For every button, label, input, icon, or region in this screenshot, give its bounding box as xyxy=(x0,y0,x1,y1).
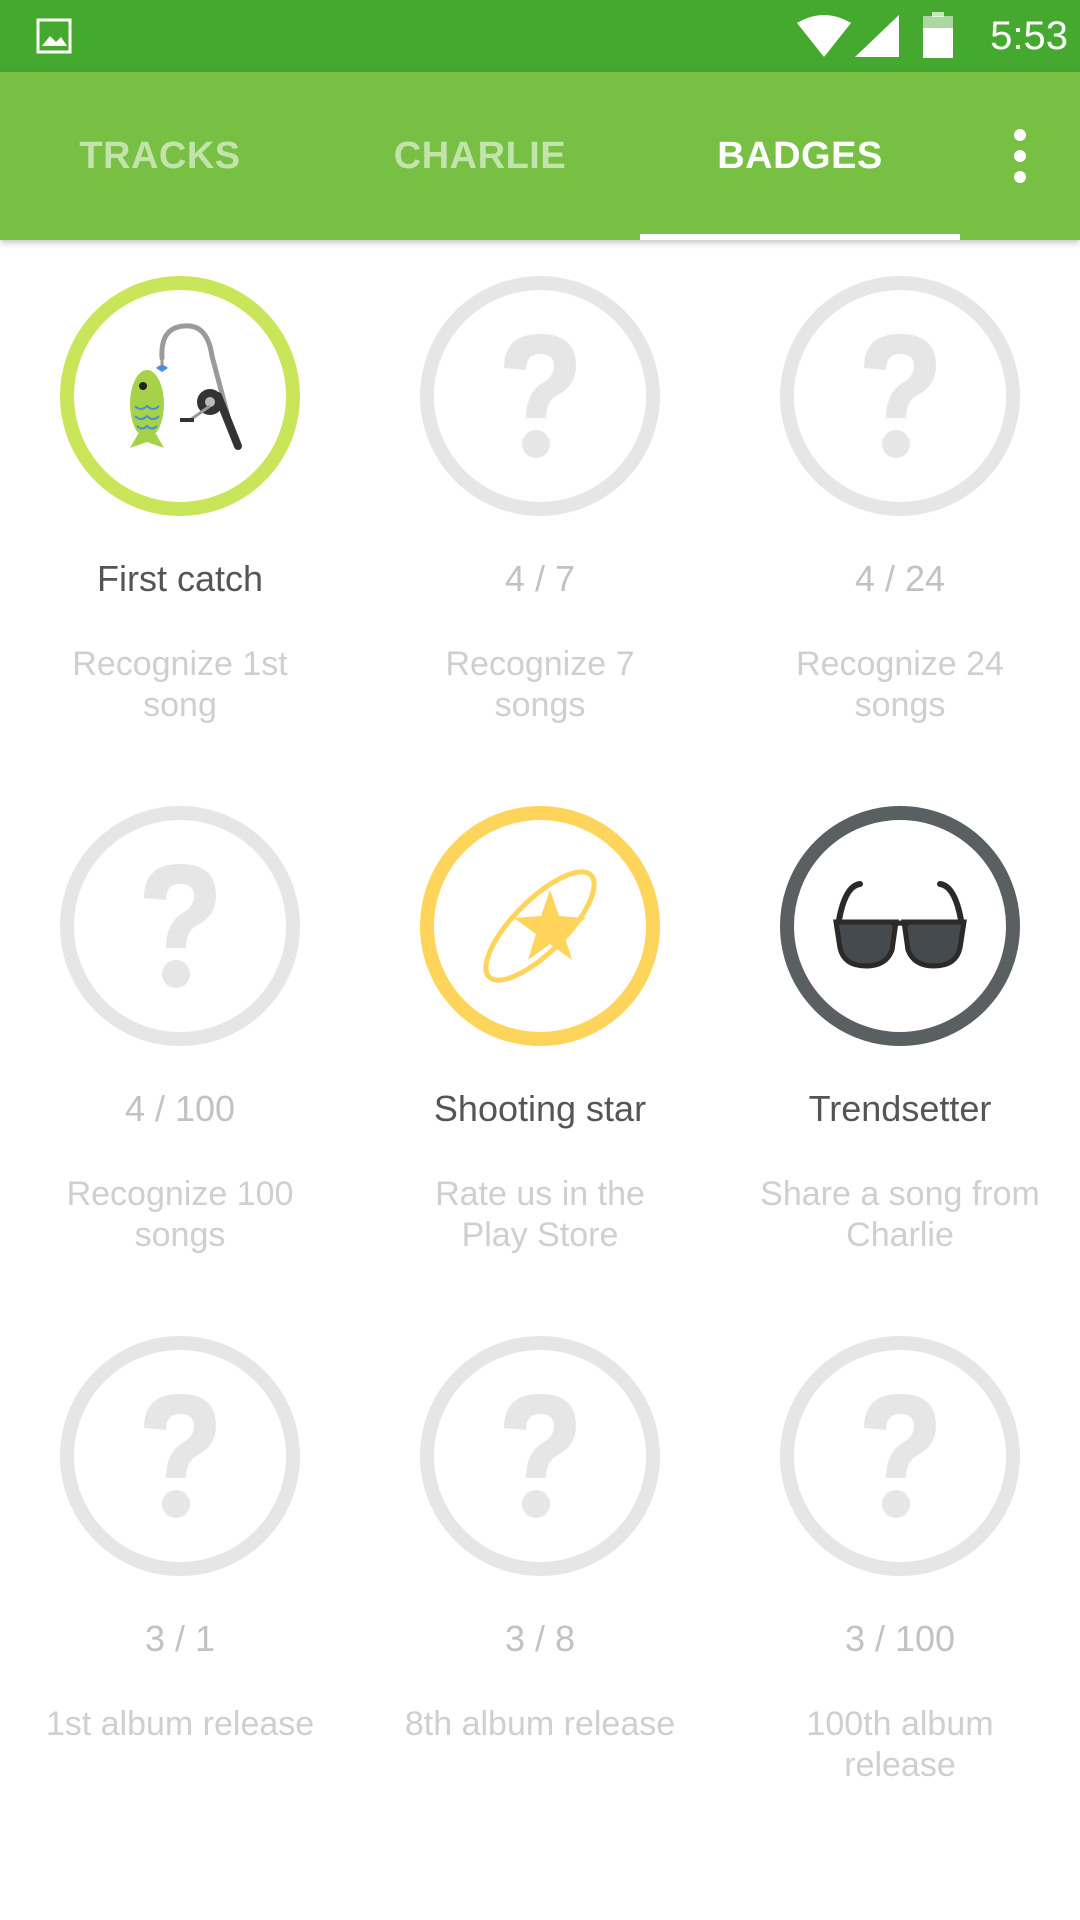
badge-ring xyxy=(60,276,300,516)
question-mark-icon xyxy=(504,1394,576,1518)
badge-progress: 4 / 100 xyxy=(124,1088,236,1129)
active-tab-indicator xyxy=(640,234,960,240)
badge-locked[interactable]: 3 / 100 100th album release xyxy=(720,1300,1080,1830)
question-mark-icon xyxy=(864,334,936,458)
tab-charlie[interactable]: CHARLIE xyxy=(320,72,640,240)
badge-trendsetter[interactable]: Trendsetter Share a song from Charlie xyxy=(720,770,1080,1300)
shooting-star-icon xyxy=(483,869,597,983)
badge-locked[interactable]: 3 / 1 1st album release xyxy=(0,1300,360,1830)
badge-progress: 3 / 1 xyxy=(144,1618,216,1659)
badge-locked[interactable]: 3 / 8 8th album release xyxy=(360,1300,720,1830)
badge-ring xyxy=(780,276,1020,516)
badge-ring xyxy=(420,276,660,516)
badge-ring xyxy=(420,1336,660,1576)
badge-description: Rate us in the Play Store xyxy=(435,1175,645,1254)
badge-ring xyxy=(780,1336,1020,1576)
cell-signal-icon xyxy=(855,15,899,62)
badge-description: 100th album release xyxy=(806,1705,994,1784)
badge-progress: 4 / 7 xyxy=(504,558,576,599)
badge-locked[interactable]: 4 / 100 Recognize 100 songs xyxy=(0,770,360,1300)
badge-ring xyxy=(420,806,660,1046)
badge-ring xyxy=(780,806,1020,1046)
status-time: 5:53 xyxy=(990,14,1068,58)
tab-badges[interactable]: BADGES xyxy=(640,72,960,240)
badge-ring xyxy=(60,806,300,1046)
badge-description: Share a song from Charlie xyxy=(760,1175,1040,1254)
fishing-rod-fish-icon xyxy=(130,323,242,450)
badge-title: Shooting star xyxy=(433,1088,647,1129)
badge-title: First catch xyxy=(96,558,264,599)
badge-description: 8th album release xyxy=(404,1705,676,1743)
question-mark-icon xyxy=(144,1394,216,1518)
question-mark-icon xyxy=(864,1394,936,1518)
battery-icon xyxy=(923,12,953,63)
badge-progress: 3 / 8 xyxy=(504,1618,576,1659)
status-bar: 5:53 xyxy=(0,0,1080,72)
app-bar: TRACKS CHARLIE BADGES xyxy=(0,72,1080,240)
badge-progress: 4 / 24 xyxy=(854,558,946,599)
image-notification-icon xyxy=(36,18,72,59)
badge-locked[interactable]: 4 / 7 Recognize 7 songs xyxy=(360,240,720,770)
badge-description: Recognize 1st song xyxy=(72,645,288,724)
badge-title: Trendsetter xyxy=(808,1088,992,1129)
badge-progress: 3 / 100 xyxy=(844,1618,956,1659)
tab-tracks[interactable]: TRACKS xyxy=(0,72,320,240)
question-mark-icon xyxy=(504,334,576,458)
badge-ring xyxy=(60,1336,300,1576)
badge-locked[interactable]: 4 / 24 Recognize 24 songs xyxy=(720,240,1080,770)
badge-description: Recognize 100 songs xyxy=(66,1175,294,1254)
badge-description: Recognize 24 songs xyxy=(796,645,1004,724)
badge-first-catch[interactable]: First catch Recognize 1st song xyxy=(0,240,360,770)
badge-description: 1st album release xyxy=(45,1705,315,1743)
wifi-icon xyxy=(797,15,851,62)
badge-description: Recognize 7 songs xyxy=(445,645,635,724)
question-mark-icon xyxy=(144,864,216,988)
sunglasses-icon xyxy=(833,881,967,969)
overflow-menu-icon[interactable] xyxy=(990,116,1050,196)
badge-shooting-star[interactable]: Shooting star Rate us in the Play Store xyxy=(360,770,720,1300)
